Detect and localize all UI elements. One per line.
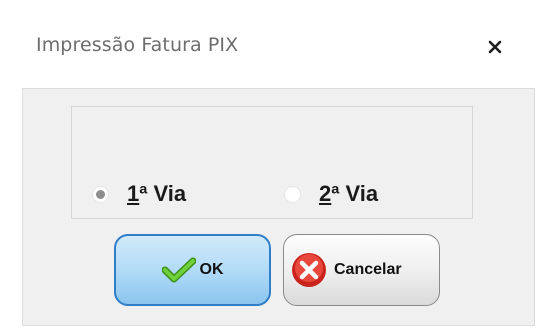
close-icon: [488, 40, 502, 54]
radio-label-text: ª Via: [331, 181, 379, 206]
radio-button-first-copy[interactable]: [92, 185, 109, 203]
title-bar: Impressão Fatura PIX: [0, 0, 543, 88]
radio-second-copy[interactable]: 2ª Via: [284, 181, 378, 207]
cancel-button[interactable]: Cancelar: [283, 234, 440, 306]
radio-selected-dot: [96, 189, 105, 199]
dialog-title: Impressão Fatura PIX: [36, 34, 239, 56]
copy-selection-group: 1ª Via 2ª Via: [71, 106, 473, 219]
radio-label-accel: 2: [319, 181, 332, 206]
dialog-body: 1ª Via 2ª Via OK Cancelar: [22, 88, 535, 326]
radio-label-first-copy: 1ª Via: [127, 181, 186, 207]
ok-button[interactable]: OK: [114, 234, 271, 306]
ok-button-label: OK: [199, 261, 224, 278]
dialog-window: Impressão Fatura PIX 1ª Via 2ª Via OK Ca…: [0, 0, 543, 333]
checkmark-icon: [161, 257, 196, 283]
cancel-button-label: Cancelar: [334, 261, 402, 278]
radio-label-accel: 1: [127, 181, 140, 206]
close-button[interactable]: [480, 32, 510, 62]
cancel-icon: [292, 253, 326, 287]
radio-button-second-copy[interactable]: [284, 185, 301, 203]
radio-label-text: ª Via: [139, 181, 187, 206]
radio-first-copy[interactable]: 1ª Via: [92, 181, 186, 207]
radio-label-second-copy: 2ª Via: [319, 181, 378, 207]
